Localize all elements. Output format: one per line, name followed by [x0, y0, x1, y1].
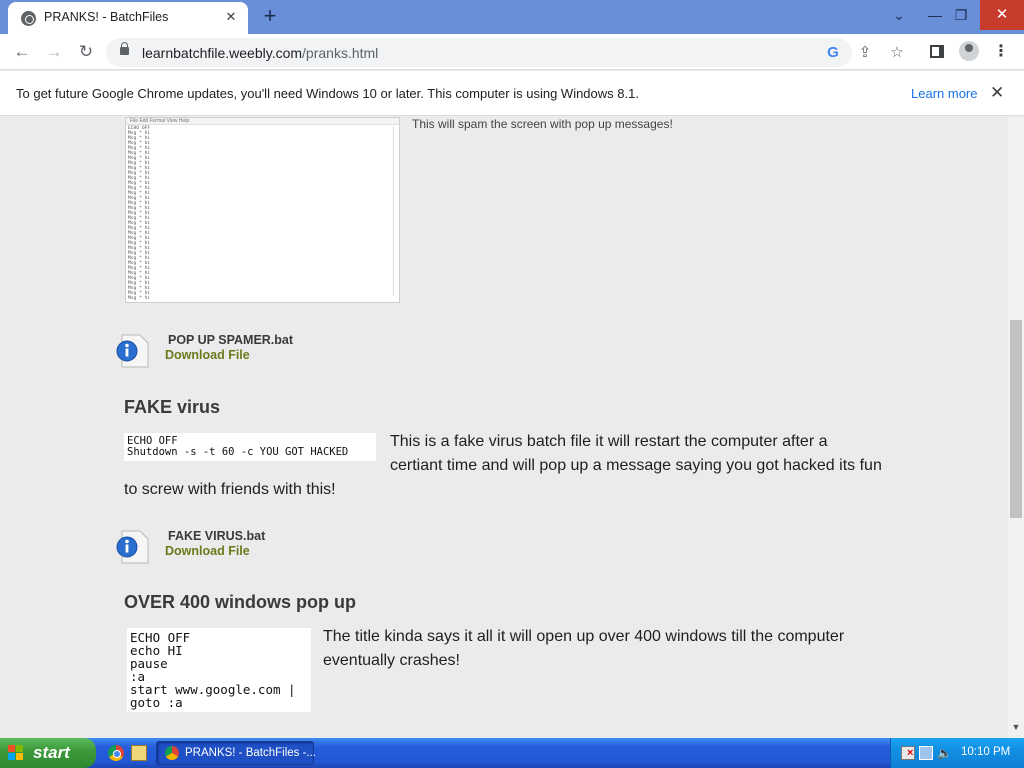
chrome-quicklaunch-icon[interactable]	[108, 745, 124, 761]
back-button[interactable]: ←	[10, 40, 34, 64]
kebab-menu-icon[interactable]: ⋮	[990, 41, 1012, 63]
update-infobar: To get future Google Chrome updates, you…	[0, 71, 1024, 116]
file-name: POP UP SPAMER.bat	[168, 333, 294, 347]
start-button[interactable]: start	[0, 738, 96, 768]
window-close-button[interactable]: ✕	[980, 0, 1024, 30]
taskbar-button-label: PRANKS! - BatchFiles -...	[185, 747, 317, 759]
notepad-screenshot: File Edit Format View Help ECHO OFF Msg …	[125, 117, 400, 303]
tab-close-icon[interactable]: ✕	[222, 8, 240, 26]
section-heading-fake-virus: FAKE virus	[124, 397, 221, 417]
volume-icon[interactable]: 🔈	[937, 746, 952, 760]
info-file-icon[interactable]	[116, 333, 150, 369]
download-item-popup-spamer: POP UP SPAMER.bat Download File	[116, 333, 416, 373]
taskbar-button-chrome[interactable]: PRANKS! - BatchFiles -...	[156, 741, 317, 765]
url-path: /pranks.html	[302, 45, 379, 61]
security-alert-icon[interactable]	[901, 746, 915, 760]
chrome-icon	[165, 746, 179, 760]
400-windows-text-line1: The title kinda says it all it will open…	[323, 628, 845, 645]
browser-tab[interactable]: PRANKS! - BatchFiles ✕	[8, 2, 248, 34]
profile-avatar-icon[interactable]	[958, 41, 980, 63]
forward-button[interactable]: →	[42, 40, 66, 64]
info-file-icon[interactable]	[116, 529, 150, 565]
fake-virus-text-line1: This is a fake virus batch file it will …	[390, 433, 828, 450]
url-domain: learnbatchfile.weebly.com	[142, 45, 303, 61]
restore-button[interactable]: ❐	[944, 0, 978, 30]
system-tray: 🔈 10:10 PM	[890, 738, 1024, 768]
globe-icon	[21, 11, 36, 26]
notepad-menu: File Edit Format View Help	[126, 118, 399, 125]
reload-button[interactable]: ↻	[74, 40, 98, 64]
400-windows-text-line2: eventually crashes!	[323, 652, 460, 669]
lock-icon[interactable]	[120, 42, 129, 55]
network-icon[interactable]	[919, 746, 933, 760]
download-item-fake-virus: FAKE VIRUS.bat Download File	[116, 529, 416, 569]
code-snippet-fake-virus: ECHO OFF Shutdown -s -t 60 -c YOU GOT HA…	[124, 433, 376, 461]
scrollbar-thumb[interactable]	[1010, 320, 1022, 518]
section-heading-400-windows: OVER 400 windows pop up	[124, 592, 357, 612]
infobar-close-icon[interactable]: ✕	[990, 83, 1004, 103]
tab-search-chevron-icon[interactable]: ⌄	[882, 0, 916, 30]
clock[interactable]: 10:10 PM	[961, 746, 1010, 758]
side-panel-icon[interactable]	[926, 41, 948, 63]
fake-virus-text-line2: certiant time and will pop up a message …	[390, 457, 882, 474]
page-viewport: File Edit Format View Help ECHO OFF Msg …	[0, 117, 1008, 738]
bookmark-star-icon[interactable]: ☆	[886, 42, 908, 64]
code-snippet-400-windows: ECHO OFF echo HI pause :a start www.goog…	[127, 628, 311, 712]
browser-toolbar: ← → ↻ learnbatchfile.weebly.com/pranks.h…	[0, 34, 1024, 70]
browser-titlebar: PRANKS! - BatchFiles ✕ + ⌄ — ❐ ✕	[0, 0, 1024, 34]
address-bar[interactable]: learnbatchfile.weebly.com/pranks.html G …	[106, 38, 904, 67]
infobar-message: To get future Google Chrome updates, you…	[16, 86, 639, 101]
new-tab-button[interactable]: +	[258, 4, 282, 28]
notepad-caption: This will spam the screen with pop up me…	[412, 117, 673, 131]
notepad-scrollbar	[393, 126, 397, 296]
google-lens-icon[interactable]: G	[822, 42, 844, 64]
share-icon[interactable]: ⇪	[854, 42, 876, 64]
tab-title: PRANKS! - BatchFiles	[44, 10, 169, 24]
windows-logo-icon	[8, 745, 24, 761]
scroll-down-arrow-icon[interactable]: ▼	[1008, 722, 1024, 736]
fake-virus-text-line3: to screw with friends with this!	[124, 481, 336, 498]
url-text[interactable]: learnbatchfile.weebly.com/pranks.html	[142, 45, 378, 61]
file-name: FAKE VIRUS.bat	[168, 529, 266, 543]
windows-taskbar: start PRANKS! - BatchFiles -... 🔈 10:10 …	[0, 738, 1024, 768]
learn-more-link[interactable]: Learn more	[911, 86, 977, 101]
download-file-link[interactable]: Download File	[165, 348, 250, 362]
download-file-link[interactable]: Download File	[165, 544, 250, 558]
explorer-quicklaunch-icon[interactable]	[131, 745, 147, 761]
notepad-text: ECHO OFF Msg * hi Msg * hi Msg * hi Msg …	[128, 126, 151, 301]
start-label: start	[33, 743, 70, 762]
